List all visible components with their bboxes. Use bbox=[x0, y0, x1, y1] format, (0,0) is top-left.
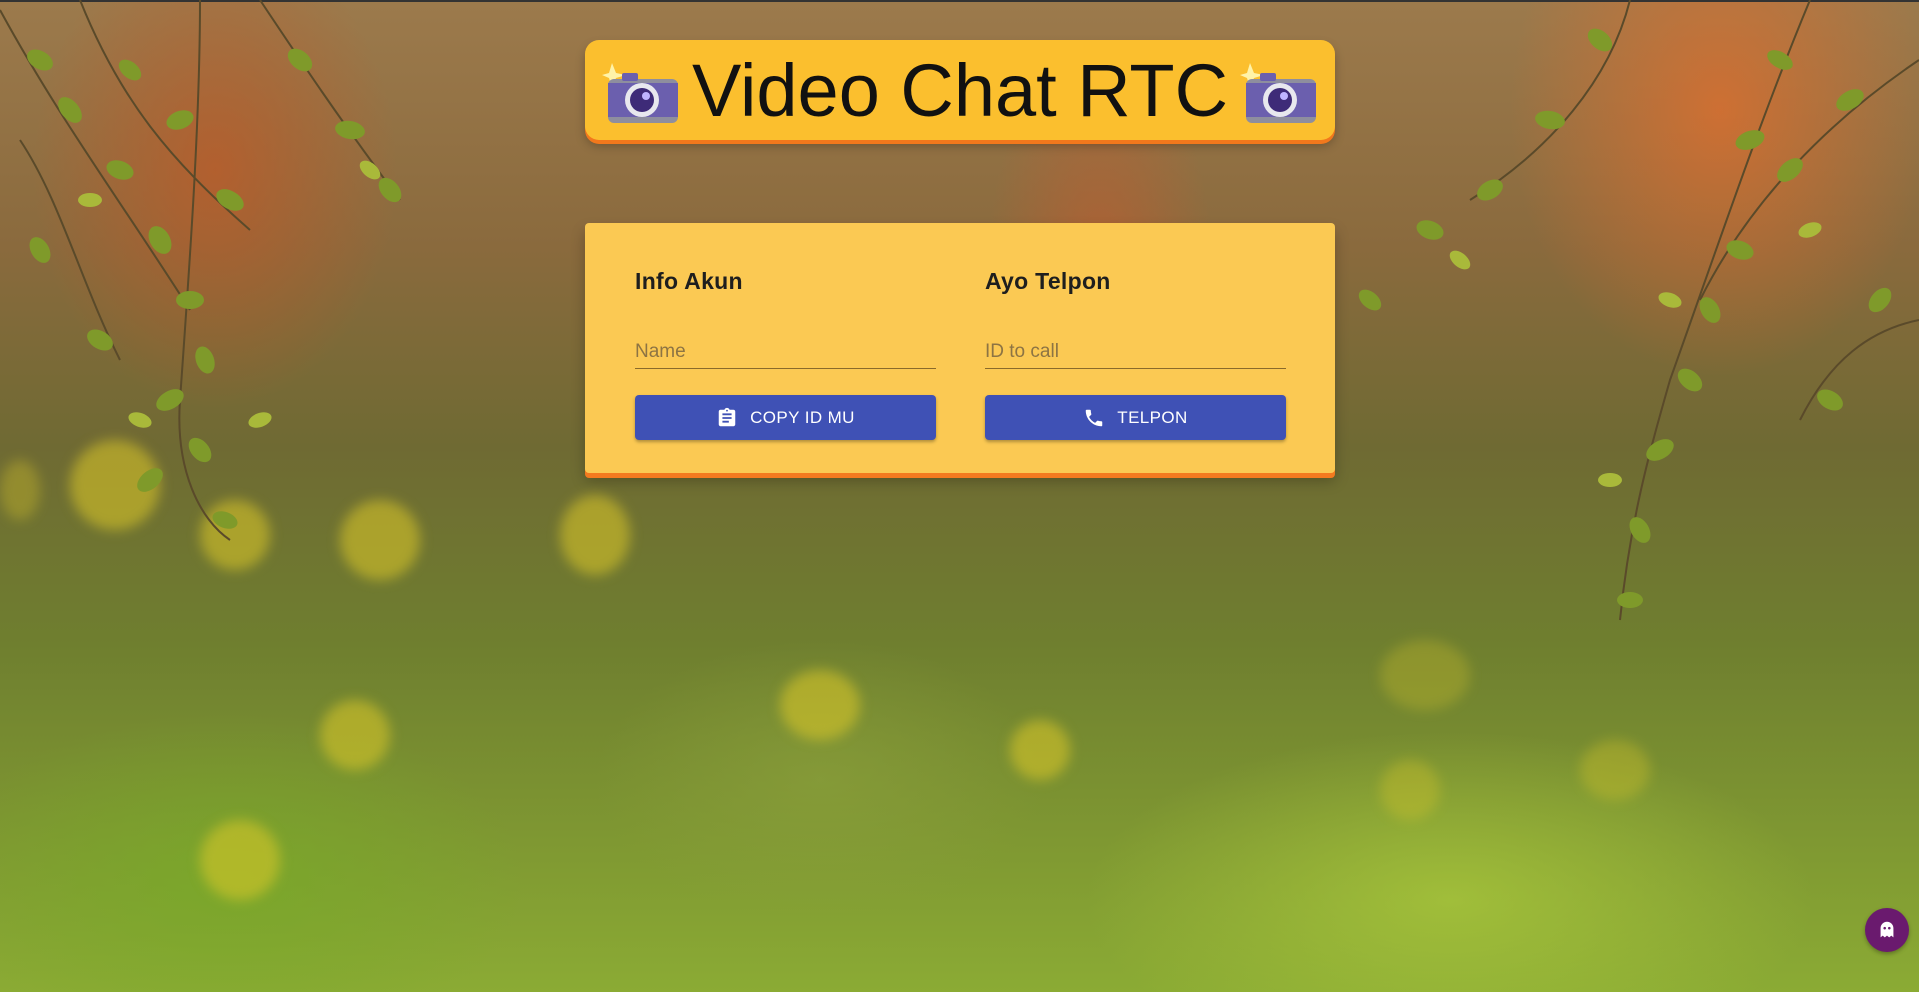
main-card: Info Akun COPY ID MU Ayo Telpon TELPON bbox=[585, 223, 1335, 473]
copy-id-label: COPY ID MU bbox=[750, 407, 855, 427]
ghost-icon bbox=[1880, 921, 1894, 938]
app-title: Video Chat RTC bbox=[691, 48, 1229, 132]
id-to-call-input[interactable] bbox=[985, 335, 1286, 369]
floating-ghost-button[interactable] bbox=[1865, 908, 1909, 952]
copy-id-button[interactable]: COPY ID MU bbox=[635, 395, 936, 440]
right-leaves bbox=[1358, 0, 1919, 621]
camera-with-flash-icon bbox=[1240, 63, 1317, 123]
call-label: TELPON bbox=[1117, 407, 1188, 427]
account-heading: Info Akun bbox=[635, 268, 743, 294]
name-input[interactable] bbox=[635, 335, 936, 369]
clipboard-icon bbox=[718, 407, 736, 426]
call-heading: Ayo Telpon bbox=[985, 268, 1111, 294]
call-button[interactable]: TELPON bbox=[985, 395, 1286, 440]
app-header: Video Chat RTC bbox=[585, 40, 1335, 140]
camera-with-flash-icon bbox=[601, 63, 678, 123]
top-border bbox=[0, 0, 1919, 2]
phone-icon bbox=[1086, 409, 1103, 426]
